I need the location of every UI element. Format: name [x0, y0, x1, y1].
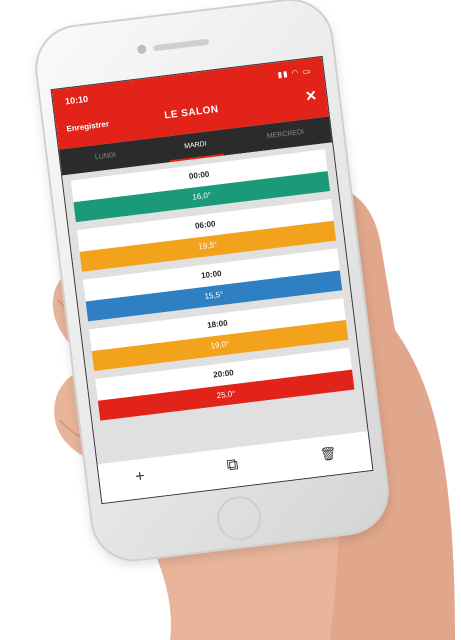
status-time: 10:10	[64, 93, 89, 107]
phone: 10:10 ▮▮ ◠ ▭ Enregistrer LE SALON × LUND…	[30, 0, 394, 567]
add-icon[interactable]: +	[134, 468, 145, 486]
phone-screen: 10:10 ▮▮ ◠ ▭ Enregistrer LE SALON × LUND…	[51, 56, 373, 504]
schedule-list: 00:00 16,0° 06:00 19,5° 10:00 15,5° 18:0…	[62, 142, 368, 464]
status-icons: ▮▮ ◠ ▭	[277, 66, 312, 80]
trash-icon[interactable]: 🗑	[319, 445, 337, 463]
close-icon[interactable]: ×	[305, 85, 318, 106]
copy-icon[interactable]: ⧉	[226, 456, 239, 474]
